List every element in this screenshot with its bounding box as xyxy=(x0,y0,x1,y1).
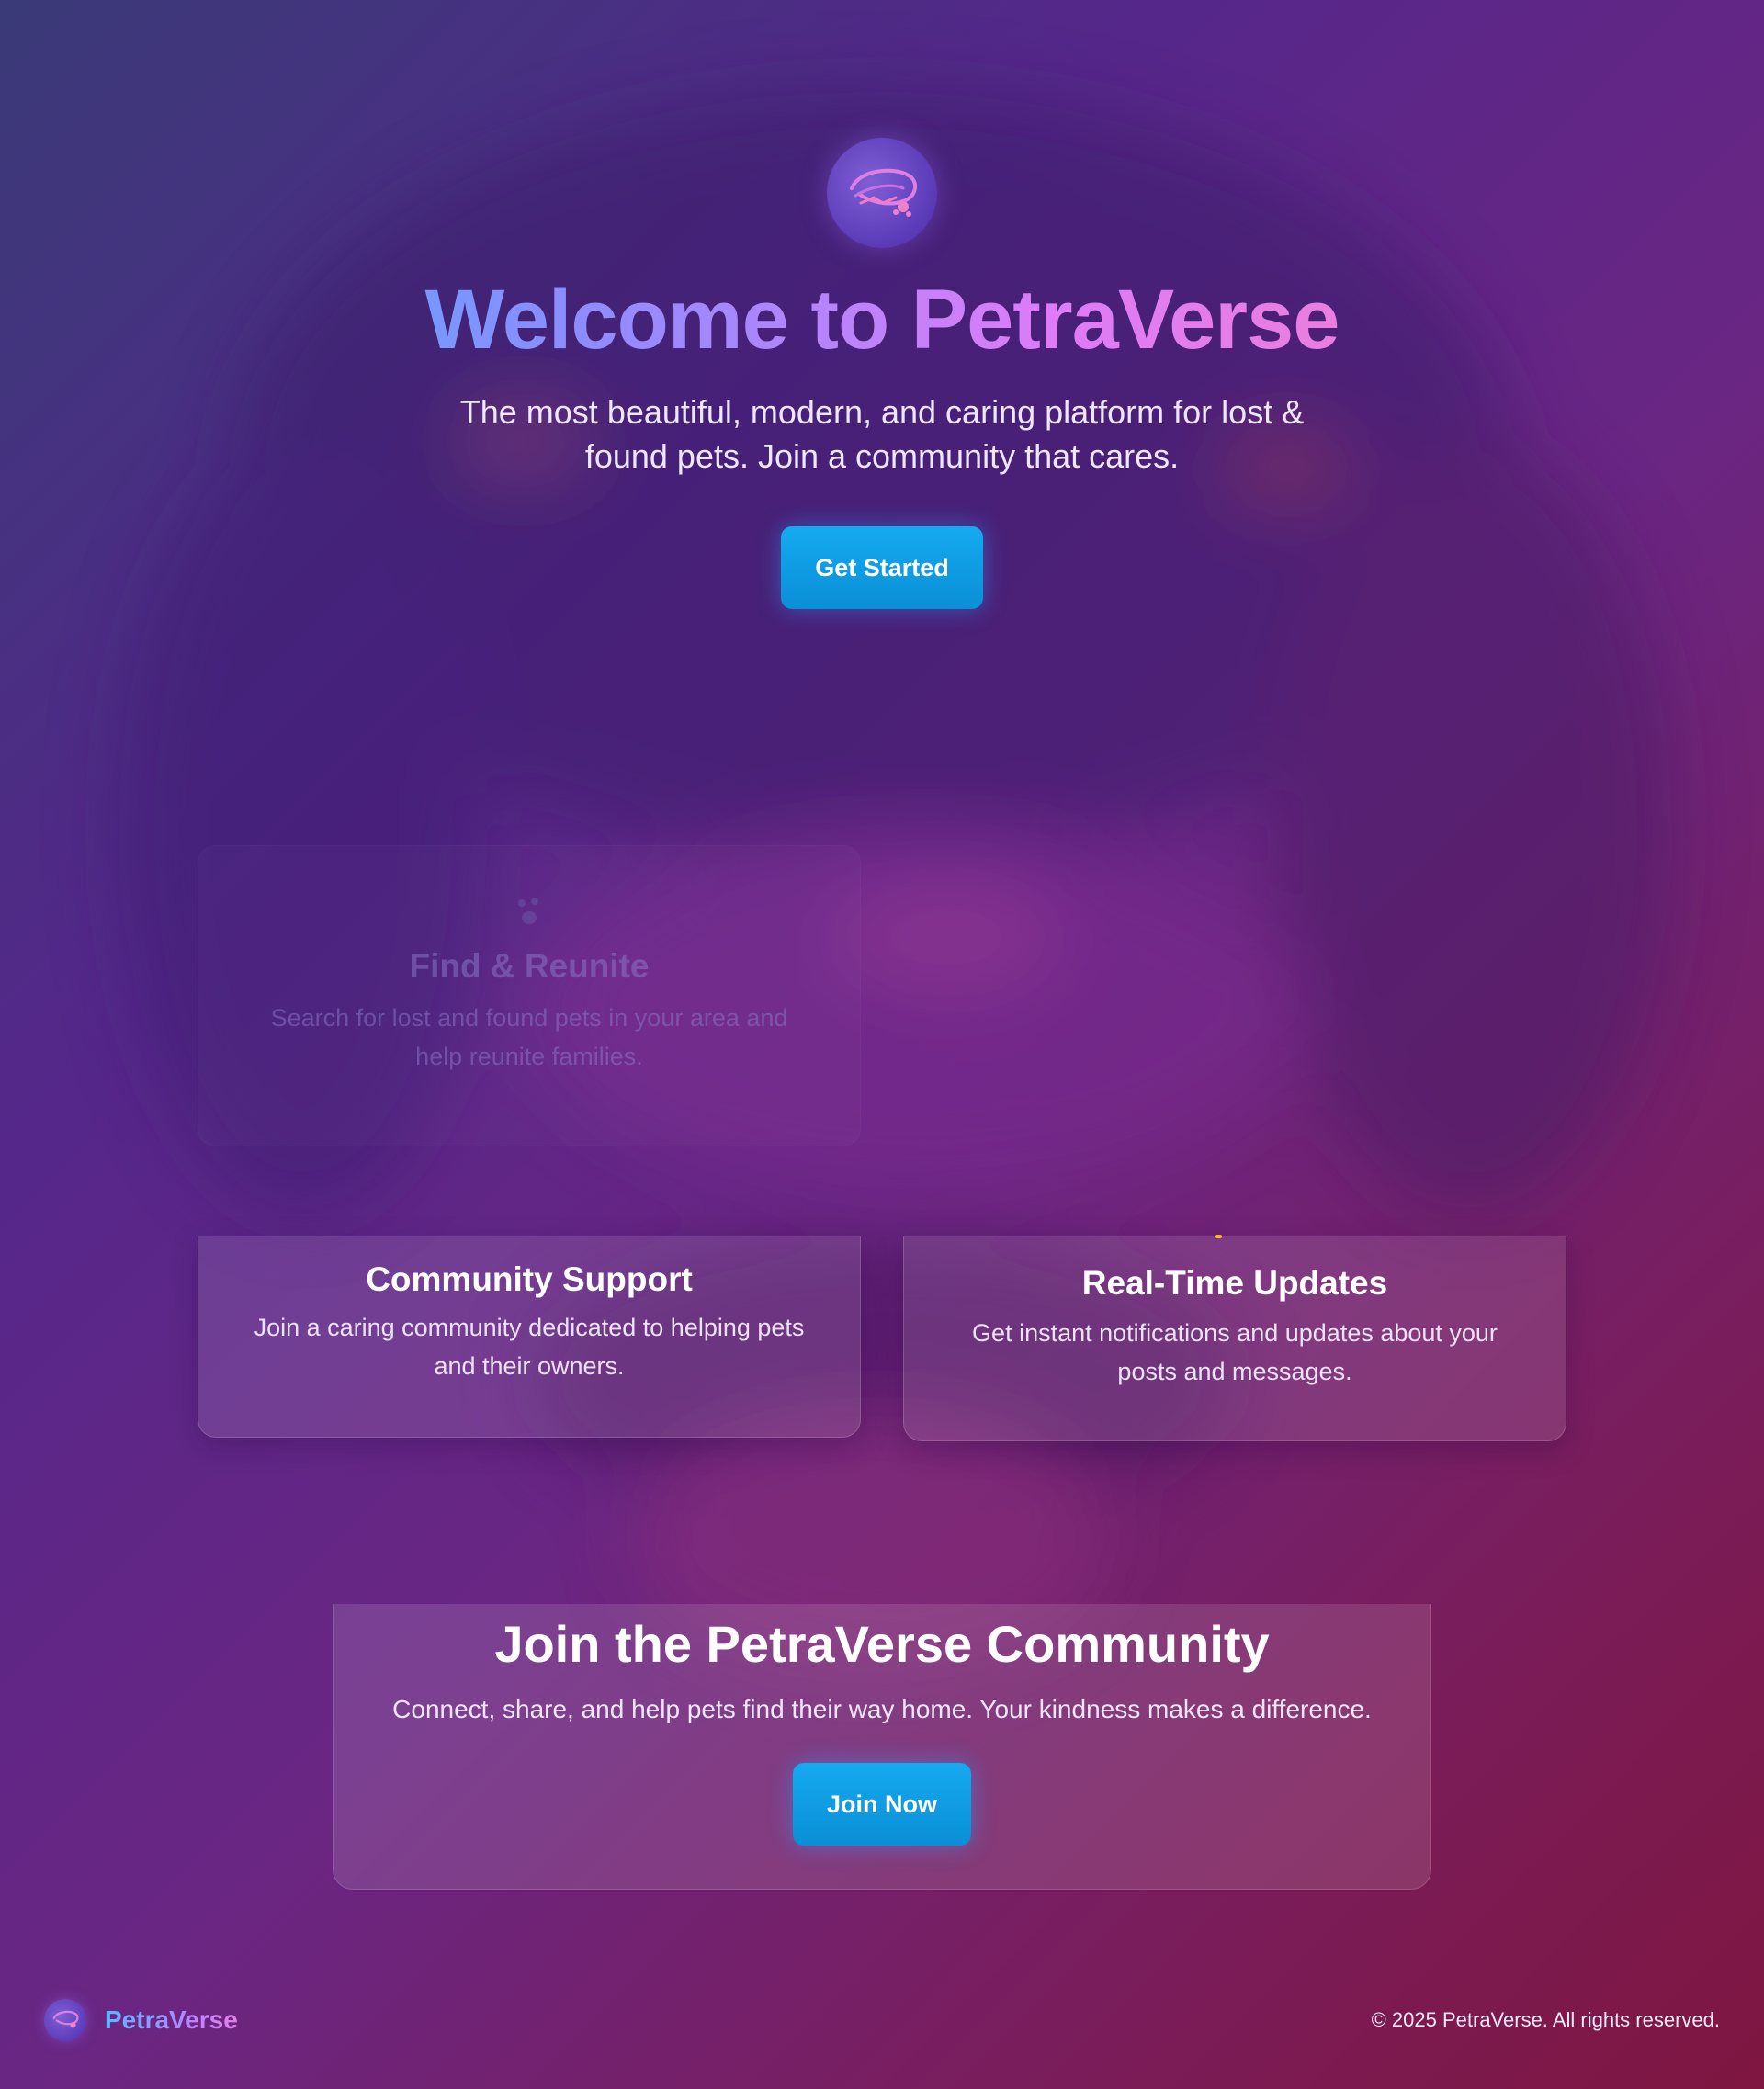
footer-brand-name: PetraVerse xyxy=(105,2005,238,2034)
petraverse-logo-icon xyxy=(827,138,937,248)
feature-card-community: Community Support Join a caring communit… xyxy=(198,1236,861,1438)
footer-brand[interactable]: PetraVerse xyxy=(44,1999,238,2041)
feature-title-find: Find & Reunite xyxy=(409,947,650,985)
sparkle-icon xyxy=(1215,1235,1222,1238)
join-community-description: Connect, share, and help pets find their… xyxy=(392,1695,1372,1724)
feature-title-updates: Real-Time Updates xyxy=(1081,1264,1388,1302)
feature-description-community: Join a caring community dedicated to hel… xyxy=(254,1314,805,1380)
feature-description-updates: Get instant notifications and updates ab… xyxy=(972,1319,1498,1385)
paw-icon xyxy=(511,894,548,931)
join-community-section: Join the PetraVerse Community Connect, s… xyxy=(333,1604,1431,1890)
get-started-button[interactable]: Get Started xyxy=(781,526,983,610)
join-community-title: Join the PetraVerse Community xyxy=(494,1615,1270,1673)
copyright-text: © 2025 PetraVerse. All rights reserved. xyxy=(1371,2008,1720,2031)
feature-card-updates: Real-Time Updates Get instant notificati… xyxy=(903,1235,1566,1441)
footer: PetraVerse © 2025 PetraVerse. All rights… xyxy=(0,1999,1764,2045)
hero-section: Welcome to PetraVerse The most beautiful… xyxy=(0,138,1764,610)
hero-subtitle: The most beautiful, modern, and caring p… xyxy=(459,393,1305,476)
join-now-button[interactable]: Join Now xyxy=(793,1763,971,1846)
feature-description-find: Search for lost and found pets in your a… xyxy=(270,1004,788,1070)
feature-card-find: Find & Reunite Search for lost and found… xyxy=(198,845,861,1146)
feature-title-community: Community Support xyxy=(366,1260,693,1298)
hero-title: Welcome to PetraVerse xyxy=(0,273,1764,367)
petraverse-logo-icon xyxy=(44,1999,86,2041)
